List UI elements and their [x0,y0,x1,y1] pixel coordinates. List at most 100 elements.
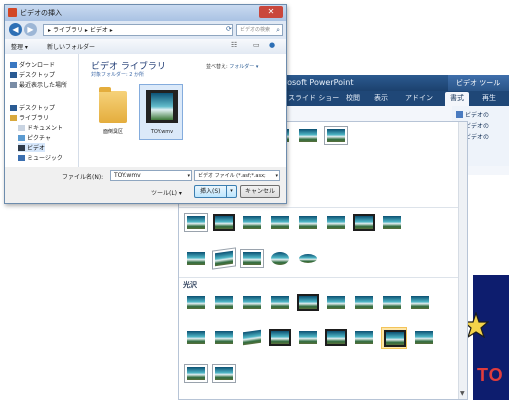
refresh-icon[interactable]: ⟳ [226,25,232,33]
slide-canvas[interactable]: TO [462,175,509,400]
sidebar-item-library[interactable]: ライブラリ [10,113,49,122]
help-icon[interactable]: ● [269,41,275,49]
gallery-divider [179,277,467,278]
library-subtitle[interactable]: 対象フォルダー: 2 か所 [91,71,144,78]
video-style-thumbnail[interactable] [381,294,403,312]
gallery-scrollbar[interactable]: ▼ [458,122,467,399]
video-style-thumbnail[interactable] [353,214,375,232]
video-style-thumbnail[interactable] [325,214,347,232]
desktop-icon [10,72,17,78]
video-style-thumbnail[interactable] [353,294,375,312]
folder-icon [99,87,127,123]
file-item-video[interactable]: TOY.wmv [139,84,183,140]
video-style-thumbnail[interactable] [213,365,235,383]
file-item-folder[interactable]: 面倒臭区 [91,84,135,140]
sidebar-item-music[interactable]: ミュージック [18,153,63,162]
video-file-icon [146,90,178,123]
tab-addins[interactable]: アドイン [405,93,433,103]
sidebar-item-downloads[interactable]: ダウンロード [10,60,55,69]
sidebar-item-desktop[interactable]: デスクトップ [10,70,55,79]
video-style-thumbnail[interactable] [413,329,435,347]
video-style-thumbnail[interactable] [185,329,207,347]
video-style-thumbnail[interactable] [213,329,235,347]
pictures-icon [18,135,25,141]
sidebar-item-recent[interactable]: 最近表示した場所 [10,80,67,89]
tab-slideshow[interactable]: スライド ショー [288,93,339,103]
breadcrumb-library[interactable]: ライブラリ [53,27,83,34]
video-style-thumbnail[interactable] [185,214,207,232]
tab-playback[interactable]: 再生 [482,93,496,103]
powerpoint-app-icon [8,8,17,17]
search-input[interactable]: ビデオの検索 ⌕ [236,24,283,36]
filetype-select[interactable]: ビデオ ファイル (*.asf;*.asx; ▾ [194,170,280,181]
file-list-pane: ビデオ ライブラリ 対象フォルダー: 2 か所 並べ替え: フォルダー ▾ 面倒… [79,54,286,167]
video-shape-icon [456,111,463,118]
breadcrumb-separator: ▸ [84,27,88,34]
video-style-thumbnail[interactable] [409,294,431,312]
close-button[interactable]: ✕ [259,6,283,18]
tab-review[interactable]: 校閲 [346,93,360,103]
preview-pane-icon[interactable]: ▭ [253,41,260,49]
video-style-thumbnail[interactable] [269,294,291,312]
dialog-title: ビデオの挿入 [20,9,62,17]
video-style-thumbnail[interactable] [297,250,319,268]
powerpoint-title: rosoft PowerPoint [284,78,354,87]
view-options-icon[interactable]: ☷ [231,41,237,49]
breadcrumb[interactable]: ▸ ライブラリ ▸ ビデオ ▸ [43,24,233,36]
chevron-down-icon: ▾ [275,173,278,179]
video-style-thumbnail[interactable] [185,294,207,312]
chevron-down-icon[interactable]: ▾ [187,171,190,181]
scroll-down-icon[interactable]: ▼ [460,390,465,397]
video-style-thumbnail[interactable] [297,329,319,347]
navigation-pane: ダウンロード デスクトップ 最近表示した場所 デスクトップ ライブラリ ドキュメ… [5,54,79,167]
video-style-thumbnail[interactable] [353,329,375,347]
filename-field[interactable]: TOY.wmv ▾ [110,170,192,181]
video-style-thumbnail[interactable] [241,214,263,232]
tab-view[interactable]: 表示 [374,93,388,103]
video-style-thumbnail[interactable] [269,329,291,347]
insert-options-chevron-icon[interactable]: ▾ [226,186,236,197]
sidebar-item-video[interactable]: ビデオ [18,143,46,152]
video-style-thumbnail[interactable] [325,127,347,145]
video-style-thumbnail[interactable] [213,214,235,232]
video-style-thumbnail[interactable] [185,250,207,268]
slide-video-text: TO [477,365,504,385]
arrange-by[interactable]: 並べ替え: フォルダー ▾ [206,63,258,70]
video-style-thumbnail[interactable] [269,250,291,268]
breadcrumb-video[interactable]: ビデオ [90,27,108,34]
search-icon: ⌕ [276,26,280,34]
video-shape-command[interactable]: ビデオの [456,110,489,119]
video-style-thumbnail[interactable] [213,250,235,268]
video-style-thumbnail-selected[interactable] [381,327,407,349]
address-bar: ◀ ▶ ▸ ライブラリ ▸ ビデオ ▸ ⟳ ビデオの検索 ⌕ [5,21,286,39]
video-style-thumbnail[interactable] [325,294,347,312]
sidebar-item-documents[interactable]: ドキュメント [18,123,63,132]
video-style-thumbnail[interactable] [241,329,263,347]
video-style-thumbnail[interactable] [241,294,263,312]
video-style-thumbnail[interactable] [269,214,291,232]
video-style-thumbnail[interactable] [241,250,263,268]
dialog-toolbar: 整理 ▾ 新しいフォルダー ☷ ▭ ● [5,39,286,55]
breadcrumb-separator: ▸ [48,27,52,34]
back-arrow-icon[interactable]: ◀ [9,23,22,36]
video-style-thumbnail[interactable] [325,329,347,347]
video-style-thumbnail[interactable] [297,214,319,232]
tab-format[interactable]: 書式 [445,92,469,106]
video-style-thumbnail[interactable] [381,214,403,232]
insert-button[interactable]: 挿入(S) ▾ [194,185,237,198]
video-style-thumbnail[interactable] [297,294,319,312]
music-icon [18,155,25,161]
video-style-thumbnail[interactable] [213,294,235,312]
dialog-title-bar[interactable]: ビデオの挿入 ✕ [5,5,286,21]
organize-button[interactable]: 整理 ▾ [11,42,28,51]
sidebar-item-desktop-root[interactable]: デスクトップ [10,103,55,112]
download-folder-icon [10,62,17,68]
dialog-footer: ファイル名(N): TOY.wmv ▾ ビデオ ファイル (*.asf;*.as… [5,167,286,203]
video-style-thumbnail[interactable] [185,365,207,383]
forward-arrow-icon[interactable]: ▶ [24,23,37,36]
video-style-thumbnail[interactable] [297,127,319,145]
tools-menu-button[interactable]: ツール(L) ▾ [151,188,182,197]
new-folder-button[interactable]: 新しいフォルダー [47,42,95,51]
cancel-button[interactable]: キャンセル [240,185,280,198]
sidebar-item-pictures[interactable]: ピクチャ [18,133,51,142]
